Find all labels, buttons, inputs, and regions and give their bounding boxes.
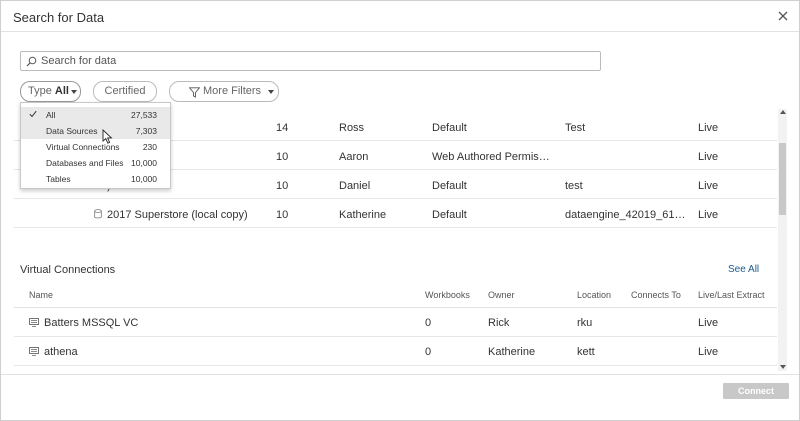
dropdown-item-all[interactable]: All 27,533 bbox=[21, 107, 170, 123]
row-workbooks: 14 bbox=[276, 122, 289, 134]
row-live: Live bbox=[698, 122, 719, 134]
scroll-down-icon[interactable] bbox=[780, 365, 786, 369]
row-project: Default bbox=[432, 209, 467, 221]
row-owner: Daniel bbox=[339, 180, 371, 192]
row-workbooks: 0 bbox=[425, 317, 432, 329]
column-header-location[interactable]: Location bbox=[577, 290, 611, 300]
type-filter-label: Type bbox=[28, 85, 52, 97]
dropdown-item-databases-and-files[interactable]: Databases and Files 10,000 bbox=[21, 155, 170, 171]
row-project: Web Authored Permissio... bbox=[432, 151, 554, 163]
column-header-connects-to[interactable]: Connects To bbox=[631, 290, 681, 300]
footer-divider bbox=[1, 374, 799, 375]
row-project: Default bbox=[432, 180, 467, 192]
row-location: dataengine_42019_6186... bbox=[565, 209, 689, 221]
virtual-connections-title: Virtual Connections bbox=[20, 264, 116, 276]
table-row[interactable]: athena 0 Katherine kett Live bbox=[14, 337, 777, 366]
mouse-pointer-icon bbox=[102, 128, 114, 145]
row-name: athena bbox=[44, 346, 78, 358]
search-box[interactable] bbox=[20, 51, 601, 71]
row-owner: Rick bbox=[488, 317, 510, 329]
chevron-down-icon bbox=[71, 90, 77, 94]
row-workbooks: 10 bbox=[276, 180, 289, 192]
dialog-title: Search for Data bbox=[13, 10, 105, 25]
row-owner: Ross bbox=[339, 122, 365, 134]
row-workbooks: 10 bbox=[276, 151, 289, 163]
connect-button[interactable]: Connect bbox=[723, 383, 789, 399]
dropdown-item-count: 27,533 bbox=[131, 110, 157, 120]
row-name: 2017 Superstore (local copy) bbox=[107, 209, 248, 221]
type-dropdown-menu: All 27,533 Data Sources 7,303 Virtual Co… bbox=[20, 102, 171, 189]
see-all-link[interactable]: See All bbox=[728, 264, 759, 275]
column-header-name[interactable]: Name bbox=[29, 290, 53, 300]
row-live: Live bbox=[698, 151, 719, 163]
row-owner: Katherine bbox=[488, 346, 536, 358]
column-header-live[interactable]: Live/Last Extract bbox=[698, 290, 765, 300]
row-owner: Katherine bbox=[339, 209, 387, 221]
search-icon bbox=[26, 56, 37, 67]
dropdown-item-count: 10,000 bbox=[131, 174, 157, 184]
row-live: Live bbox=[698, 317, 719, 329]
row-name: Batters MSSQL VC bbox=[44, 317, 139, 329]
row-workbooks: 0 bbox=[425, 346, 432, 358]
dialog-titlebar: Search for Data bbox=[1, 1, 799, 32]
certified-filter-button[interactable]: Certified bbox=[93, 81, 157, 102]
close-icon[interactable] bbox=[775, 8, 791, 24]
row-owner: Aaron bbox=[339, 151, 369, 163]
row-project: Default bbox=[432, 122, 467, 134]
type-filter-button[interactable]: Type All bbox=[20, 81, 81, 102]
row-live: Live bbox=[698, 180, 719, 192]
dropdown-item-count: 230 bbox=[142, 142, 157, 152]
row-location: kett bbox=[577, 346, 595, 358]
datasource-icon bbox=[94, 209, 102, 219]
row-live: Live bbox=[698, 209, 719, 221]
checkmark-icon bbox=[29, 110, 37, 118]
chevron-down-icon bbox=[268, 90, 274, 94]
more-filters-label: More Filters bbox=[203, 85, 262, 97]
row-location: rku bbox=[577, 317, 593, 329]
row-workbooks: 10 bbox=[276, 209, 289, 221]
dropdown-item-data-sources[interactable]: Data Sources 7,303 bbox=[21, 123, 170, 139]
scrollbar-thumb[interactable] bbox=[779, 143, 786, 215]
dropdown-item-label: All bbox=[46, 110, 56, 120]
row-location: test bbox=[565, 180, 583, 192]
table-row[interactable]: 2017 Superstore (local copy) 10 Katherin… bbox=[14, 199, 777, 228]
virtual-connections-header: Name Workbooks Owner Location Connects T… bbox=[14, 283, 777, 308]
dropdown-item-virtual-connections[interactable]: Virtual Connections 230 bbox=[21, 139, 170, 155]
virtual-connection-icon bbox=[29, 347, 39, 356]
dropdown-item-count: 7,303 bbox=[135, 126, 157, 136]
vertical-scrollbar[interactable] bbox=[778, 109, 787, 371]
column-header-workbooks[interactable]: Workbooks bbox=[425, 290, 470, 300]
row-location: Test bbox=[565, 122, 586, 134]
search-for-data-dialog: Search for Data Type All Certified More … bbox=[0, 0, 800, 421]
dropdown-item-tables[interactable]: Tables 10,000 bbox=[21, 171, 170, 187]
scroll-up-icon[interactable] bbox=[780, 110, 786, 114]
dropdown-item-label: Data Sources bbox=[46, 126, 98, 136]
dropdown-item-count: 10,000 bbox=[131, 158, 157, 168]
certified-filter-label: Certified bbox=[104, 85, 146, 97]
funnel-icon bbox=[188, 86, 201, 98]
more-filters-button[interactable]: More Filters bbox=[169, 81, 279, 102]
virtual-connection-icon bbox=[29, 318, 39, 327]
dropdown-item-label: Tables bbox=[46, 174, 71, 184]
table-row[interactable]: Batters MSSQL VC 0 Rick rku Live bbox=[14, 308, 777, 337]
dropdown-item-label: Databases and Files bbox=[46, 158, 124, 168]
search-input[interactable] bbox=[41, 54, 591, 68]
row-live: Live bbox=[698, 346, 719, 358]
type-filter-value: All bbox=[54, 85, 69, 97]
column-header-owner[interactable]: Owner bbox=[488, 290, 515, 300]
